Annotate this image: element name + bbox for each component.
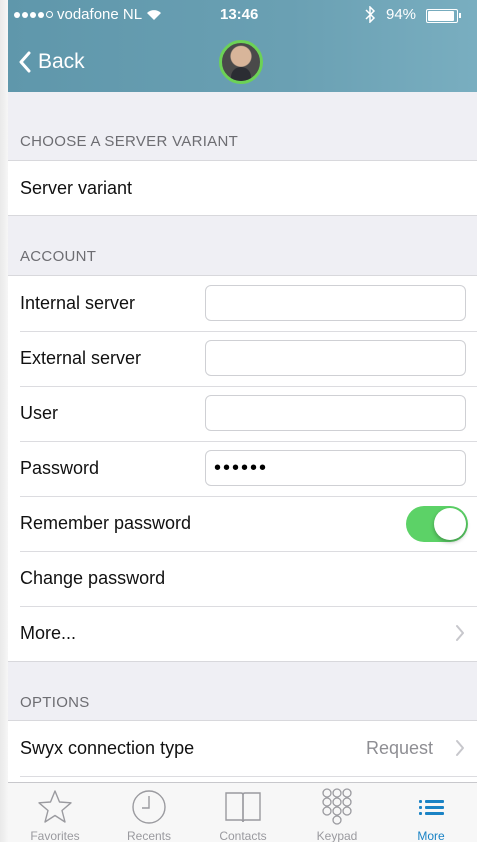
wifi-icon [147,9,162,20]
section-title-options: OPTIONS [20,694,90,711]
divider [20,776,477,777]
tab-contacts[interactable]: Contacts [196,783,290,842]
tab-contacts-label: Contacts [219,829,267,842]
remember-password-label: Remember password [20,513,192,533]
change-password-label: Change password [20,568,166,588]
tab-favorites[interactable]: Favorites [8,783,102,842]
chevron-left-icon [19,51,31,73]
list-icon [419,800,444,815]
keypad-icon [322,788,352,825]
toggle-knob [434,508,466,540]
external-server-row: External server [8,331,477,386]
password-input[interactable]: •••••• [205,450,466,486]
star-icon [38,790,72,823]
remember-password-row: Remember password [8,496,477,551]
remember-password-toggle[interactable] [406,506,468,542]
book-icon [225,792,261,823]
more-label: More... [20,623,77,643]
change-password-row[interactable]: Change password [8,551,477,606]
tab-recents-label: Recents [126,829,172,842]
more-row[interactable]: More... [8,606,477,661]
connection-type-row[interactable]: Swyx connection type Request [8,721,477,776]
connection-type-value: Request [365,738,433,758]
password-row: Password •••••• [8,441,477,496]
clock-icon [132,790,166,824]
carrier-name: vodafone NL [57,6,143,23]
bluetooth-icon [365,6,376,23]
tab-bar: Favorites Recents Contacts Keypad More [8,782,477,842]
user-label: User [20,403,59,423]
chevron-right-icon [456,740,464,756]
connection-type-label: Swyx connection type [20,738,195,758]
internal-server-row: Internal server [8,276,477,331]
section-title-account: ACCOUNT [20,248,97,265]
avatar[interactable] [219,40,263,84]
server-variant-label: Server variant [20,178,133,198]
back-button[interactable]: Back [18,50,85,74]
section-title-server-variant: CHOOSE A SERVER VARIANT [20,133,239,150]
signal-strength-icon [14,11,53,18]
server-variant-row[interactable]: Server variant [8,161,477,216]
tab-favorites-label: Favorites [30,829,80,842]
tab-more-label: More [417,829,445,842]
tab-recents[interactable]: Recents [102,783,196,842]
password-label: Password [20,458,100,478]
chevron-right-icon [456,625,464,641]
app-screen: vodafone NL 13:46 94% Back CHOOSE A SERV… [8,0,477,842]
external-server-label: External server [20,348,142,368]
options-group: Swyx connection type Request [8,720,477,783]
account-group: Internal server External server User Pas… [8,275,477,662]
left-edge [0,0,8,842]
carrier-info: vodafone NL [14,6,162,23]
tab-keypad[interactable]: Keypad [290,783,384,842]
tab-keypad-label: Keypad [316,829,358,842]
external-server-input[interactable] [205,340,466,376]
internal-server-input[interactable] [205,285,466,321]
back-label: Back [38,50,85,73]
navigation-header: vodafone NL 13:46 94% Back [8,0,477,92]
user-input[interactable] [205,395,466,431]
server-variant-group: Server variant [8,160,477,216]
battery-icon [426,9,461,23]
user-row: User [8,386,477,441]
internal-server-label: Internal server [20,293,136,313]
status-time: 13:46 [220,6,259,23]
status-bar: vodafone NL 13:46 94% [8,0,477,30]
battery-percentage: 94% [386,6,417,23]
tab-more[interactable]: More [384,783,477,842]
